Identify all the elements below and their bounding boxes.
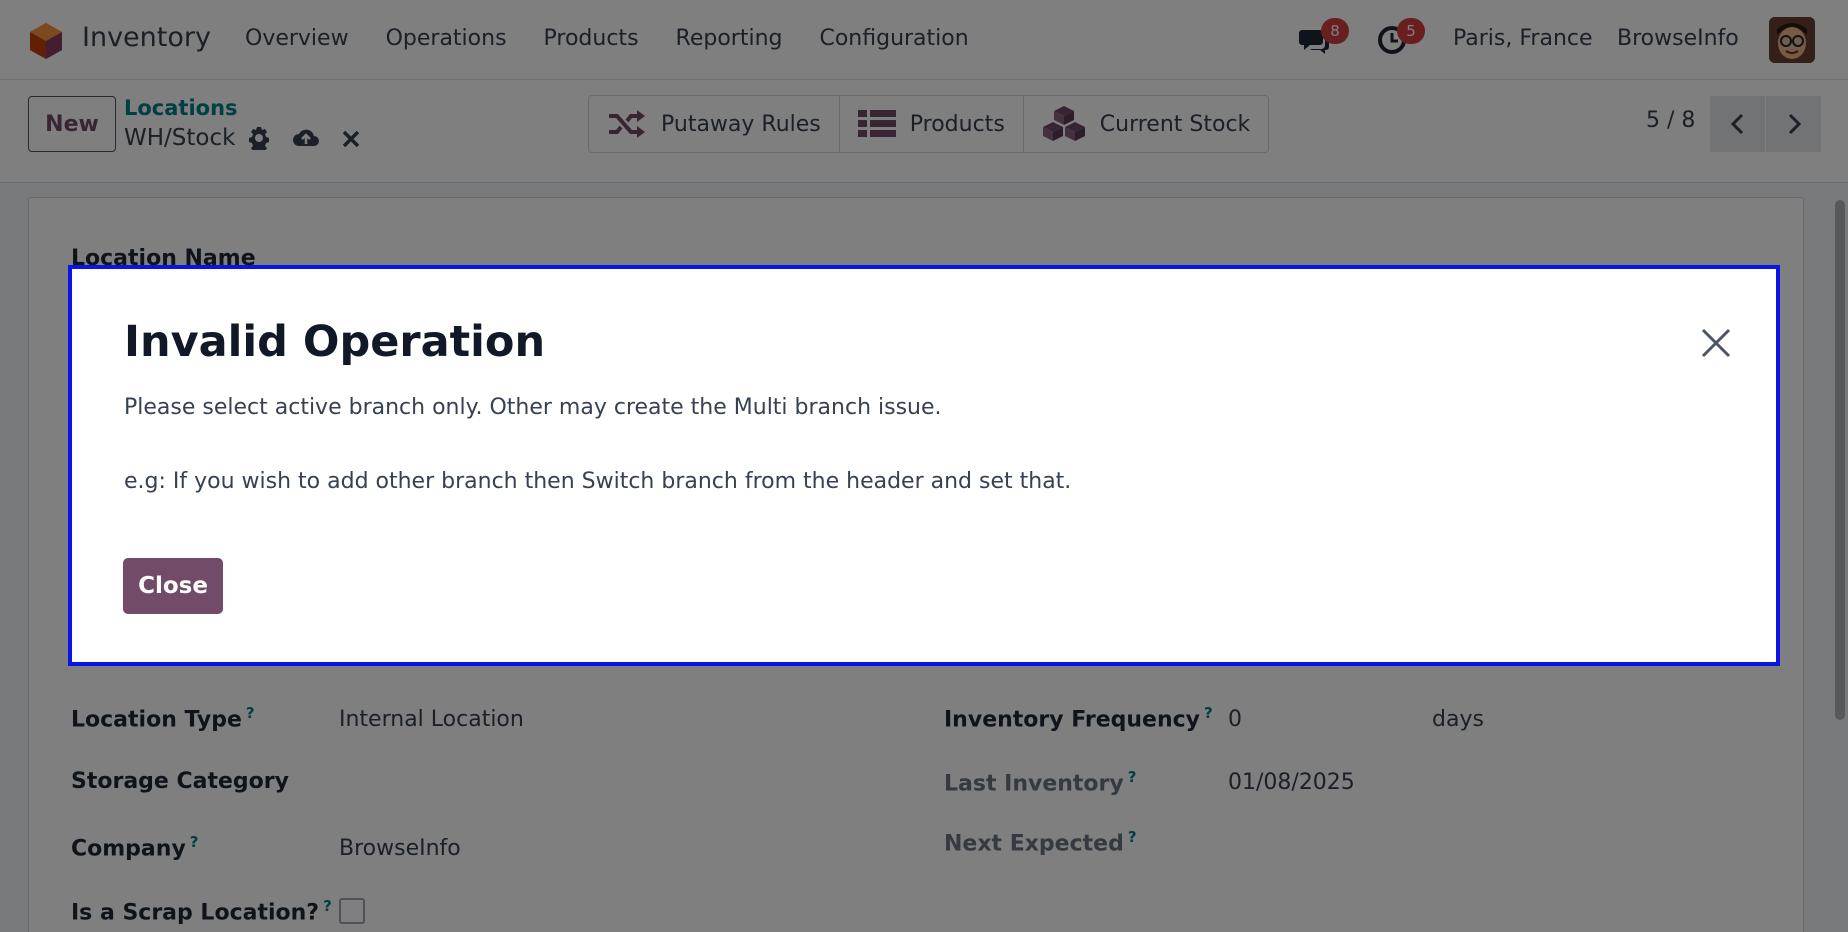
- close-icon[interactable]: [1698, 325, 1734, 361]
- dialog-title: Invalid Operation: [124, 317, 546, 367]
- close-button[interactable]: Close: [123, 558, 223, 614]
- invalid-operation-dialog: Invalid Operation Please select active b…: [68, 265, 1780, 666]
- dialog-message-line1: Please select active branch only. Other …: [124, 395, 942, 420]
- dialog-message-line2: e.g: If you wish to add other branch the…: [124, 469, 1072, 494]
